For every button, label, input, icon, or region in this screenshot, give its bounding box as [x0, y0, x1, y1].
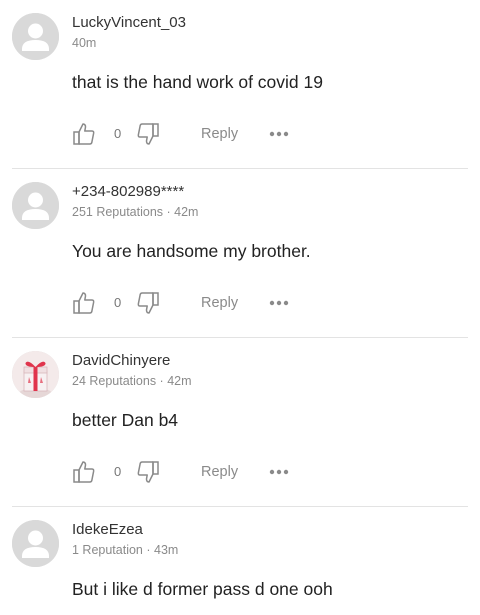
comment-item: DavidChinyere 24 Reputations · 42m bette… — [0, 338, 480, 507]
default-avatar-icon — [12, 182, 59, 229]
thumbs-down-icon[interactable] — [136, 459, 160, 485]
default-avatar-icon — [12, 13, 59, 60]
avatar[interactable] — [12, 13, 59, 60]
reply-button[interactable]: Reply — [201, 464, 238, 480]
comment-meta: 1 Reputation · 43m — [72, 543, 179, 557]
comment-meta: 24 Reputations · 42m — [72, 374, 192, 388]
thumbs-down-icon[interactable] — [136, 121, 160, 147]
reply-button[interactable]: Reply — [201, 295, 238, 311]
comment-text: that is the hand work of covid 19 — [72, 72, 323, 92]
comment-author[interactable]: DavidChinyere — [72, 352, 170, 370]
avatar[interactable] — [12, 182, 59, 229]
comment-text: better Dan b4 — [72, 410, 179, 430]
comment-author[interactable]: +234-802989**** — [72, 183, 184, 201]
comment-item: +234-802989**** 251 Reputations · 42m Yo… — [0, 169, 480, 338]
comment-actions: 0 Reply — [72, 459, 372, 485]
thumbs-up-icon[interactable] — [72, 290, 96, 316]
like-count: 0 — [114, 464, 122, 479]
comment-author[interactable]: LuckyVincent_03 — [72, 14, 186, 32]
more-options-icon[interactable] — [268, 292, 290, 312]
gift-avatar-icon — [12, 351, 59, 398]
like-count: 0 — [114, 295, 122, 310]
reply-button[interactable]: Reply — [201, 126, 238, 142]
more-options-icon[interactable] — [268, 461, 290, 481]
thumbs-up-icon[interactable] — [72, 459, 96, 485]
comment-text: But i like d former pass d one ooh — [72, 579, 333, 599]
default-avatar-icon — [12, 520, 59, 567]
avatar[interactable] — [12, 351, 59, 398]
avatar[interactable] — [12, 520, 59, 567]
comment-list: LuckyVincent_03 40m that is the hand wor… — [0, 0, 480, 615]
comment-item: IdekeEzea 1 Reputation · 43m But i like … — [0, 507, 480, 615]
comment-meta: 251 Reputations · 42m — [72, 205, 199, 219]
comment-actions: 0 Reply — [72, 121, 372, 147]
thumbs-down-icon[interactable] — [136, 290, 160, 316]
comment-actions: 0 Reply — [72, 290, 372, 316]
comment-text: You are handsome my brother. — [72, 241, 311, 261]
more-options-icon[interactable] — [268, 123, 290, 143]
comment-meta: 40m — [72, 36, 97, 50]
comment-item: LuckyVincent_03 40m that is the hand wor… — [0, 0, 480, 169]
thumbs-up-icon[interactable] — [72, 121, 96, 147]
comment-author[interactable]: IdekeEzea — [72, 521, 143, 539]
like-count: 0 — [114, 126, 122, 141]
